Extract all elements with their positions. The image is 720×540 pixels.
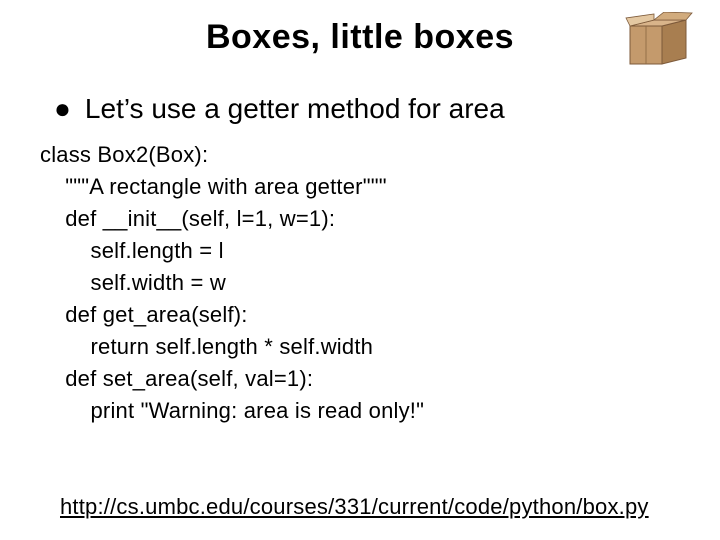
slide-title: Boxes, little boxes [0, 18, 720, 57]
slide: Boxes, little boxes ● Let’s use a getter… [0, 0, 720, 540]
title-bar: Boxes, little boxes [0, 0, 720, 57]
bullet-item: ● Let’s use a getter method for area [54, 93, 720, 125]
code-block: class Box2(Box): """A rectangle with are… [40, 139, 720, 427]
bullet-dot-icon: ● [54, 94, 71, 124]
source-link[interactable]: http://cs.umbc.edu/courses/331/current/c… [60, 494, 649, 520]
bullet-text: Let’s use a getter method for area [85, 93, 505, 125]
cardboard-box-icon [624, 12, 694, 73]
